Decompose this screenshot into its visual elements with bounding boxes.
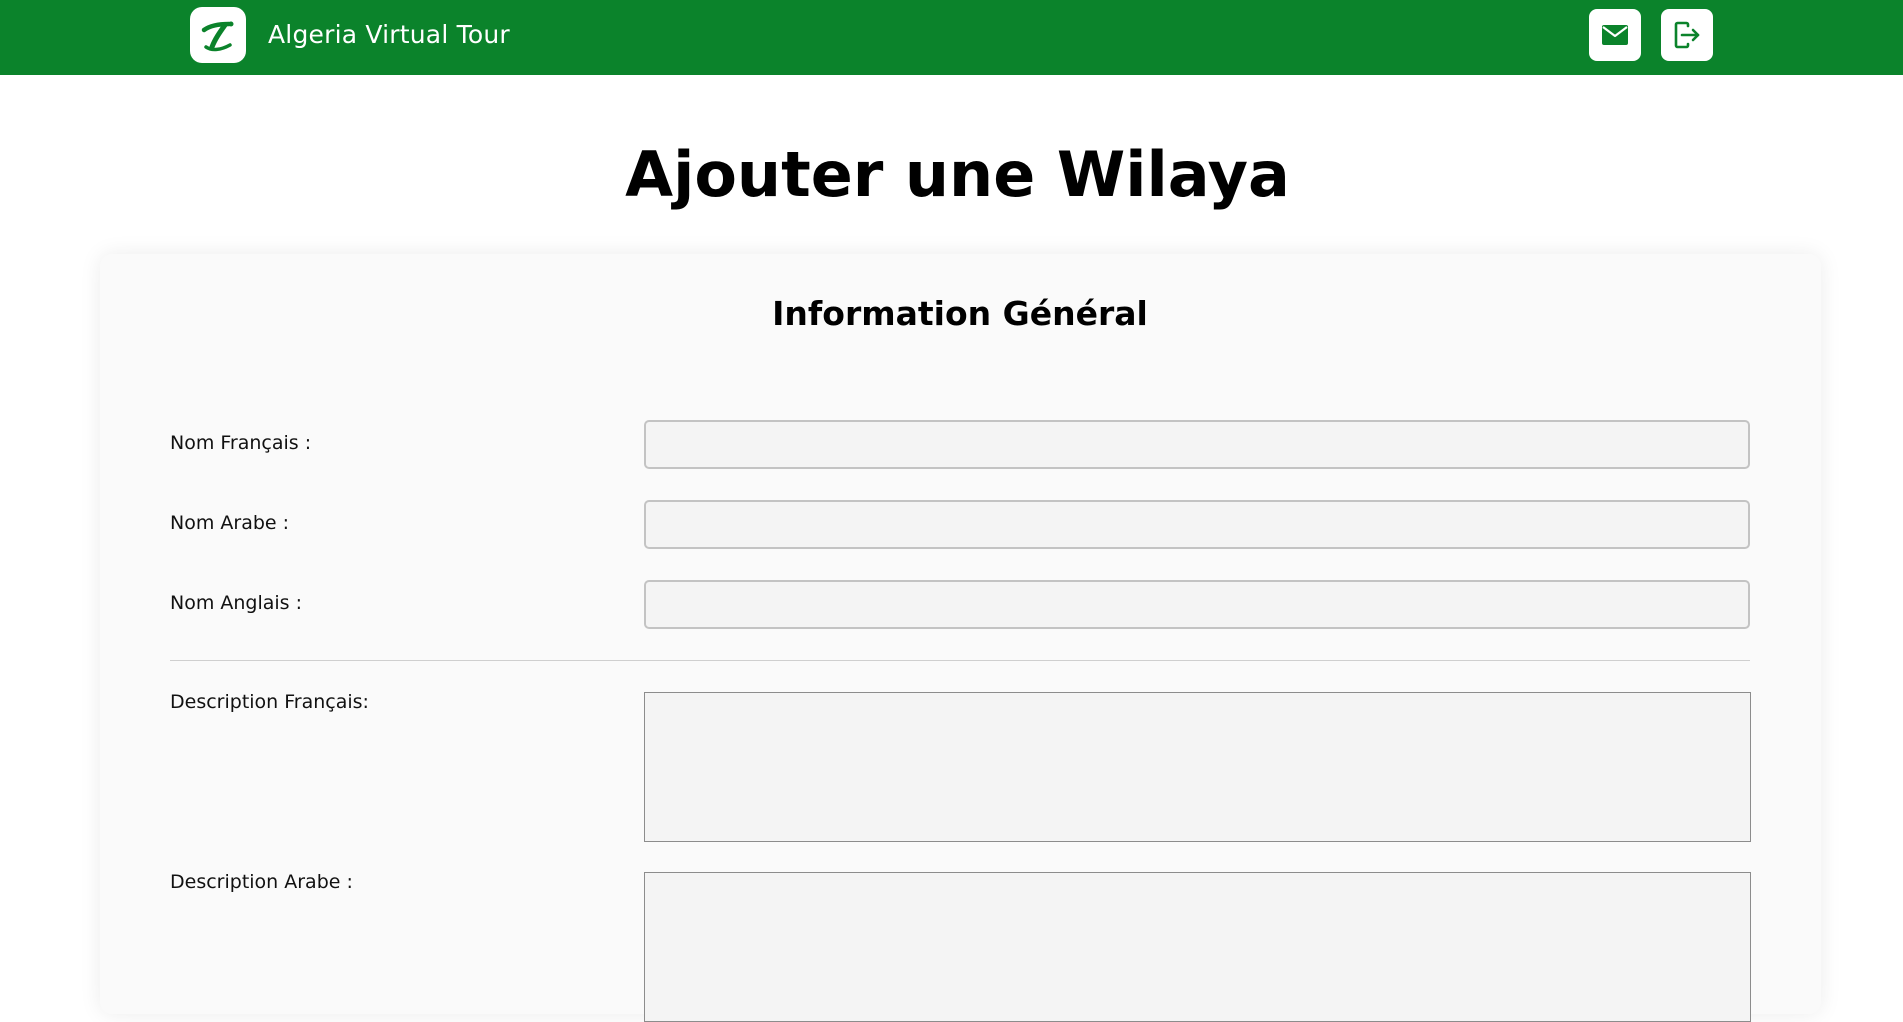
description-francais-textarea[interactable] (644, 692, 1751, 842)
nom-anglais-input[interactable] (644, 580, 1750, 629)
section-divider (170, 660, 1750, 661)
envelope-icon (1602, 25, 1628, 45)
nom-arabe-label: Nom Arabe : (170, 512, 290, 534)
algeria-virtual-tour-logo-icon (201, 21, 234, 52)
description-francais-label: Description Français: (170, 691, 369, 713)
description-arabe-textarea[interactable] (644, 872, 1751, 1022)
nom-francais-label: Nom Français : (170, 432, 312, 454)
section-title: Information Général (772, 294, 1148, 333)
description-arabe-label: Description Arabe : (170, 871, 353, 893)
mail-button[interactable] (1589, 9, 1641, 61)
app-title: Algeria Virtual Tour (268, 20, 510, 49)
wilaya-form-card: Information Général Nom Français : Nom A… (100, 254, 1821, 1022)
app-logo[interactable] (190, 7, 246, 63)
top-navbar: Algeria Virtual Tour (0, 0, 1903, 75)
nom-arabe-input[interactable] (644, 500, 1750, 549)
logout-button[interactable] (1661, 9, 1713, 61)
page-title: Ajouter une Wilaya (625, 138, 1290, 211)
logout-icon (1674, 21, 1700, 49)
nom-francais-input[interactable] (644, 420, 1750, 469)
nom-anglais-label: Nom Anglais : (170, 592, 303, 614)
